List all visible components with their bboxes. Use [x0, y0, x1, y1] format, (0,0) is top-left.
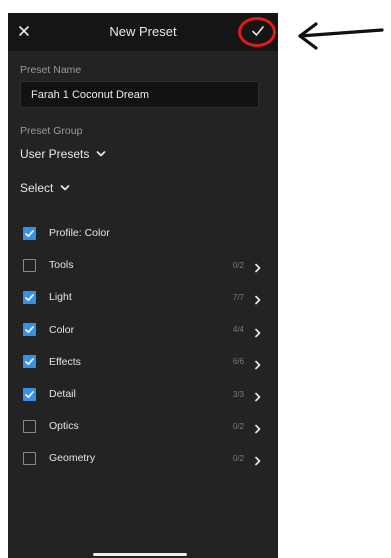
chevron-right-icon[interactable]	[254, 292, 262, 305]
settings-row-label: Detail	[49, 388, 76, 400]
settings-row-label: Geometry	[49, 452, 96, 465]
annotation-circle	[238, 17, 276, 47]
settings-row[interactable]: Profile: Color	[8, 217, 278, 249]
chevron-right-icon[interactable]	[254, 357, 262, 370]
annotation-arrow-icon	[298, 22, 384, 50]
settings-row[interactable]: Tools 0/2	[8, 249, 278, 281]
select-dropdown[interactable]: Select	[20, 181, 70, 195]
checkbox[interactable]	[23, 226, 36, 240]
checkbox[interactable]	[23, 258, 36, 272]
chevron-down-icon	[97, 151, 106, 157]
checkmark-icon	[25, 294, 34, 301]
checkmark-icon	[25, 390, 34, 398]
chevron-down-icon	[61, 185, 70, 191]
checkmark-icon	[25, 358, 34, 366]
settings-row-label: Optics	[49, 420, 79, 433]
settings-row-label: Profile: Color	[49, 227, 110, 239]
preset-group-value: User Presets	[20, 147, 90, 161]
checkbox[interactable]	[23, 419, 36, 433]
settings-row[interactable]: Light 7/7	[8, 281, 278, 313]
chevron-right-icon[interactable]	[254, 453, 262, 466]
new-preset-screen: New Preset Preset Name Preset Group User…	[8, 13, 278, 558]
checkmark-icon	[25, 326, 34, 334]
home-indicator	[93, 553, 187, 556]
settings-row-label: Color	[49, 323, 75, 336]
settings-row-label: Light	[49, 291, 72, 304]
checkbox[interactable]	[23, 323, 36, 337]
settings-row-count: 4/4	[232, 325, 244, 335]
settings-row-count: 0/2	[232, 260, 244, 270]
checkbox[interactable]	[23, 290, 36, 304]
settings-row-count: 0/2	[232, 421, 244, 431]
chevron-right-icon[interactable]	[254, 389, 262, 402]
chevron-right-icon[interactable]	[254, 421, 262, 434]
settings-row[interactable]: Effects 6/6	[8, 346, 278, 378]
preset-group-dropdown[interactable]: User Presets	[20, 147, 106, 161]
preset-name-label: Preset Name	[20, 64, 82, 76]
settings-row[interactable]: Detail 3/3	[8, 378, 278, 410]
checkbox[interactable]	[23, 451, 36, 465]
checkbox[interactable]	[23, 387, 36, 401]
chevron-right-icon[interactable]	[254, 325, 262, 337]
settings-row-count: 7/7	[232, 292, 244, 302]
checkbox[interactable]	[23, 355, 36, 369]
settings-row-label: Effects	[49, 355, 81, 368]
checkmark-icon	[25, 229, 34, 237]
settings-row-label: Tools	[49, 259, 74, 272]
settings-row[interactable]: Color 4/4	[8, 314, 278, 346]
chevron-right-icon[interactable]	[254, 260, 262, 273]
settings-row-count: 0/2	[232, 453, 244, 463]
settings-row-count: 6/6	[232, 357, 244, 367]
preset-group-label: Preset Group	[20, 125, 83, 137]
settings-row[interactable]: Geometry 0/2	[8, 442, 278, 474]
select-label: Select	[20, 181, 54, 195]
settings-row[interactable]: Optics 0/2	[8, 410, 278, 442]
preset-name-input[interactable]	[20, 81, 259, 108]
settings-row-count: 3/3	[232, 389, 244, 399]
